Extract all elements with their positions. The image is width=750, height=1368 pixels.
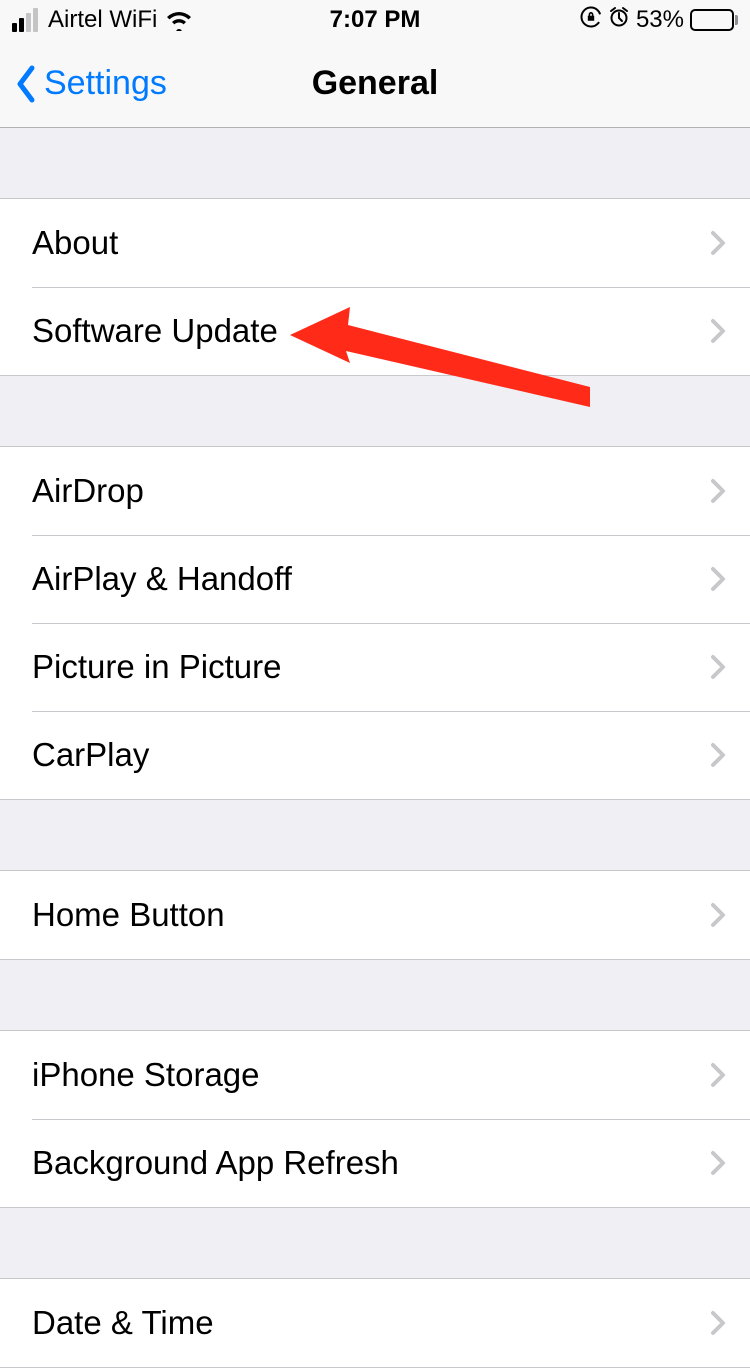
row-carplay[interactable]: CarPlay <box>0 711 750 799</box>
row-iphone-storage[interactable]: iPhone Storage <box>0 1031 750 1119</box>
row-airdrop[interactable]: AirDrop <box>0 447 750 535</box>
row-label: iPhone Storage <box>32 1056 710 1094</box>
status-left: Airtel WiFi <box>12 6 193 34</box>
row-date-time[interactable]: Date & Time <box>0 1279 750 1367</box>
battery-percent: 53% <box>636 6 684 34</box>
orientation-lock-icon <box>580 6 602 35</box>
row-picture-in-picture[interactable]: Picture in Picture <box>0 623 750 711</box>
chevron-right-icon <box>710 741 726 769</box>
section-system-info: About Software Update <box>0 198 750 376</box>
row-home-button[interactable]: Home Button <box>0 871 750 959</box>
row-label: Background App Refresh <box>32 1144 710 1182</box>
alarm-icon <box>608 6 630 35</box>
chevron-right-icon <box>710 477 726 505</box>
section-homebutton: Home Button <box>0 870 750 960</box>
status-time: 7:07 PM <box>330 6 421 34</box>
chevron-right-icon <box>710 901 726 929</box>
chevron-right-icon <box>710 1061 726 1089</box>
back-button[interactable]: Settings <box>14 64 167 104</box>
status-bar: Airtel WiFi 7:07 PM 53% <box>0 0 750 40</box>
wifi-icon <box>165 9 193 31</box>
row-about[interactable]: About <box>0 199 750 287</box>
row-airplay-handoff[interactable]: AirPlay & Handoff <box>0 535 750 623</box>
row-label: CarPlay <box>32 736 710 774</box>
chevron-right-icon <box>710 565 726 593</box>
row-label: Date & Time <box>32 1304 710 1342</box>
back-label: Settings <box>44 64 167 103</box>
row-label: Picture in Picture <box>32 648 710 686</box>
chevron-right-icon <box>710 317 726 345</box>
battery-icon <box>690 9 738 31</box>
section-connectivity: AirDrop AirPlay & Handoff Picture in Pic… <box>0 446 750 800</box>
nav-bar: Settings General <box>0 40 750 128</box>
chevron-left-icon <box>14 64 38 104</box>
row-label: About <box>32 224 710 262</box>
cell-signal-icon <box>12 8 38 32</box>
content-scroll[interactable]: About Software Update AirDrop AirPlay & … <box>0 128 750 1368</box>
row-label: Software Update <box>32 312 710 350</box>
row-software-update[interactable]: Software Update <box>0 287 750 375</box>
carrier-label: Airtel WiFi <box>48 6 157 34</box>
row-label: Home Button <box>32 896 710 934</box>
page-title: General <box>312 64 439 103</box>
row-label: AirPlay & Handoff <box>32 560 710 598</box>
chevron-right-icon <box>710 1309 726 1337</box>
section-storage: iPhone Storage Background App Refresh <box>0 1030 750 1208</box>
status-right: 53% <box>580 6 738 35</box>
row-label: AirDrop <box>32 472 710 510</box>
section-datetime: Date & Time <box>0 1278 750 1368</box>
chevron-right-icon <box>710 653 726 681</box>
row-background-app-refresh[interactable]: Background App Refresh <box>0 1119 750 1207</box>
chevron-right-icon <box>710 229 726 257</box>
chevron-right-icon <box>710 1149 726 1177</box>
